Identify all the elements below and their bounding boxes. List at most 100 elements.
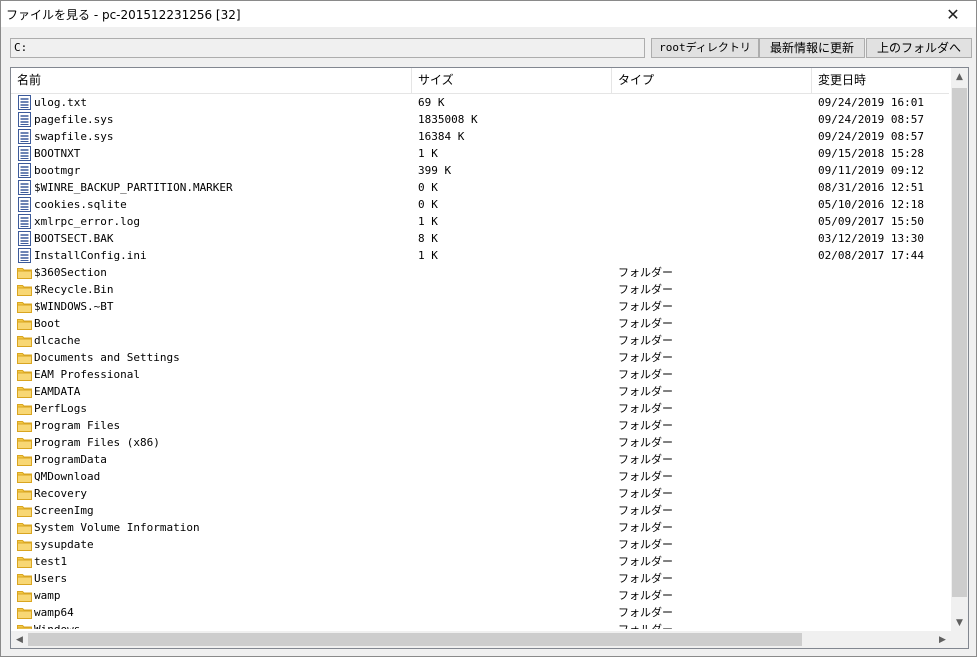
list-item[interactable]: wamp フォルダー	[11, 587, 949, 604]
list-item[interactable]: EAM Professional フォルダー	[11, 366, 949, 383]
list-item[interactable]: Program Files フォルダー	[11, 417, 949, 434]
file-list[interactable]: 名前 サイズ タイプ 変更日時 ulog.txt 69 K 09/24/2019 1…	[10, 67, 969, 649]
item-name: ScreenImg	[34, 504, 94, 517]
item-name: $WINDOWS.~BT	[34, 300, 114, 313]
file-browser-window: ファイルを見る - pc-201512231256 [32] ✕ rootディレ…	[0, 0, 977, 657]
root-directory-button[interactable]: rootディレクトリ	[651, 38, 759, 58]
column-header-type[interactable]: タイプ	[612, 68, 812, 93]
item-name: Users	[34, 572, 68, 585]
list-item[interactable]: ScreenImg フォルダー	[11, 502, 949, 519]
item-type: フォルダー	[618, 487, 673, 500]
column-header-name[interactable]: 名前	[11, 68, 412, 93]
scroll-left-icon[interactable]: ◀	[11, 631, 28, 648]
item-type: フォルダー	[618, 504, 673, 517]
file-icon	[17, 248, 32, 263]
column-header-date[interactable]: 変更日時	[812, 68, 949, 93]
list-item[interactable]: $WINDOWS.~BT フォルダー	[11, 298, 949, 315]
item-name: dlcache	[34, 334, 81, 347]
folder-icon	[17, 333, 32, 348]
list-item[interactable]: xmlrpc_error.log 1 K 05/09/2017 15:50	[11, 213, 949, 230]
list-item[interactable]: bootmgr 399 K 09/11/2019 09:12	[11, 162, 949, 179]
list-item[interactable]: System Volume Information フォルダー	[11, 519, 949, 536]
item-name: cookies.sqlite	[34, 198, 127, 211]
list-item[interactable]: BOOTSECT.BAK 8 K 03/12/2019 13:30	[11, 230, 949, 247]
list-item[interactable]: pagefile.sys 1835008 K 09/24/2019 08:57	[11, 111, 949, 128]
scroll-down-icon[interactable]: ▼	[951, 614, 968, 631]
list-item[interactable]: QMDownload フォルダー	[11, 468, 949, 485]
list-item[interactable]: $WINRE_BACKUP_PARTITION.MARKER 0 K 08/31/2…	[11, 179, 949, 196]
folder-icon	[17, 401, 32, 416]
item-size: 1 K	[418, 249, 438, 262]
item-type: フォルダー	[618, 589, 673, 602]
item-name: ProgramData	[34, 453, 107, 466]
item-size: 69 K	[418, 96, 445, 109]
item-size: 8 K	[418, 232, 438, 245]
list-item[interactable]: cookies.sqlite 0 K 05/10/2016 12:18	[11, 196, 949, 213]
file-icon	[17, 163, 32, 178]
item-type: フォルダー	[618, 572, 673, 585]
list-item[interactable]: BOOTNXT 1 K 09/15/2018 15:28	[11, 145, 949, 162]
column-header-size[interactable]: サイズ	[412, 68, 612, 93]
item-size: 1 K	[418, 215, 438, 228]
list-item[interactable]: wamp64 フォルダー	[11, 604, 949, 621]
item-type: フォルダー	[618, 368, 673, 381]
list-item[interactable]: Program Files (x86) フォルダー	[11, 434, 949, 451]
folder-icon	[17, 316, 32, 331]
folder-icon	[17, 571, 32, 586]
item-type: フォルダー	[618, 334, 673, 347]
item-name: xmlrpc_error.log	[34, 215, 140, 228]
item-type: フォルダー	[618, 436, 673, 449]
folder-icon	[17, 418, 32, 433]
folder-icon	[17, 622, 32, 629]
item-name: Program Files	[34, 419, 121, 432]
list-item[interactable]: Users フォルダー	[11, 570, 949, 587]
horizontal-scroll-thumb[interactable]	[28, 633, 802, 646]
list-item[interactable]: sysupdate フォルダー	[11, 536, 949, 553]
item-name: Windows	[34, 621, 80, 629]
item-name: pagefile.sys	[34, 113, 114, 126]
item-date: 05/09/2017 15:50	[818, 215, 924, 228]
list-item[interactable]: Documents and Settings フォルダー	[11, 349, 949, 366]
scroll-up-icon[interactable]: ▲	[951, 68, 968, 85]
parent-folder-button[interactable]: 上のフォルダへ	[866, 38, 972, 58]
list-item[interactable]: PerfLogs フォルダー	[11, 400, 949, 417]
item-type: フォルダー	[618, 300, 673, 313]
list-item[interactable]: dlcache フォルダー	[11, 332, 949, 349]
list-item[interactable]: Recovery フォルダー	[11, 485, 949, 502]
item-name: QMDownload	[34, 470, 101, 483]
list-item[interactable]: ulog.txt 69 K 09/24/2019 16:01	[11, 94, 949, 111]
refresh-button[interactable]: 最新情報に更新	[759, 38, 865, 58]
item-name: InstallConfig.ini	[34, 249, 147, 262]
path-input[interactable]	[10, 38, 645, 58]
item-type: フォルダー	[618, 555, 673, 568]
list-item[interactable]: $360Section フォルダー	[11, 264, 949, 281]
item-name: Recovery	[34, 487, 87, 500]
horizontal-scrollbar[interactable]: ◀ ▶	[11, 631, 951, 648]
item-type: フォルダー	[618, 419, 673, 432]
scroll-right-icon[interactable]: ▶	[934, 631, 951, 648]
folder-icon	[17, 265, 32, 280]
item-date: 08/31/2016 12:51	[818, 181, 924, 194]
list-item[interactable]: ProgramData フォルダー	[11, 451, 949, 468]
vertical-scroll-thumb[interactable]	[952, 88, 967, 597]
item-name: Boot	[34, 317, 61, 330]
list-item[interactable]: test1 フォルダー	[11, 553, 949, 570]
vertical-scrollbar[interactable]: ▲ ▼	[951, 68, 968, 631]
item-name: EAM Professional	[34, 368, 140, 381]
list-item[interactable]: InstallConfig.ini 1 K 02/08/2017 17:44	[11, 247, 949, 264]
item-type: フォルダー	[618, 538, 673, 551]
list-item[interactable]: Boot フォルダー	[11, 315, 949, 332]
item-name: $360Section	[34, 266, 107, 279]
list-item[interactable]: EAMDATA フォルダー	[11, 383, 949, 400]
list-item[interactable]: $Recycle.Bin フォルダー	[11, 281, 949, 298]
close-button[interactable]: ✕	[930, 1, 976, 27]
item-size: 16384 K	[418, 130, 465, 143]
file-icon	[17, 146, 32, 161]
item-size: 1835008 K	[418, 113, 478, 126]
list-item[interactable]: Windows フォルダー	[11, 621, 949, 629]
item-name: $Recycle.Bin	[34, 283, 114, 296]
item-size: 0 K	[418, 181, 438, 194]
folder-icon	[17, 282, 32, 297]
list-item[interactable]: swapfile.sys 16384 K 09/24/2019 08:57	[11, 128, 949, 145]
item-size: 0 K	[418, 198, 438, 211]
